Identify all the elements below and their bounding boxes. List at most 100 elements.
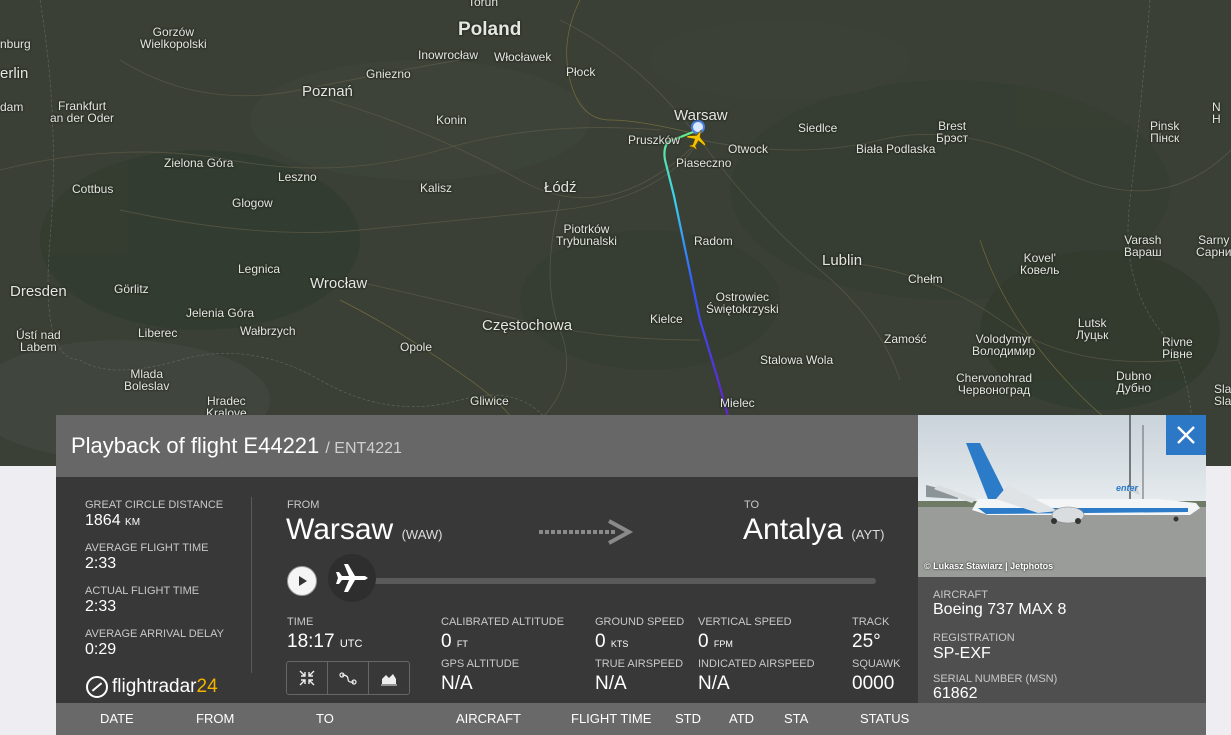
map-city-label: Dresden bbox=[10, 283, 67, 300]
map-city-label: Mlada Boleslav bbox=[124, 367, 170, 393]
indicated-airspeed-value: N/A bbox=[698, 673, 730, 694]
time-value: 18:17 UTC bbox=[287, 631, 363, 652]
map-city-label: Sla Sla bbox=[1214, 382, 1231, 408]
panel-header: Playback of flight E44221 / ENT4221 bbox=[56, 415, 918, 477]
distance-label: GREAT CIRCLE DISTANCE bbox=[85, 499, 224, 511]
flight-playback-app: Toruń Poland Gorzów Wielkopolski Inowrocław… bbox=[0, 0, 1231, 735]
vertical-speed-label: VERTICAL SPEED bbox=[698, 616, 792, 628]
map-city-label: erlin bbox=[0, 65, 29, 82]
map-city-label: Warsaw bbox=[674, 107, 728, 124]
vertical-speed-value: 0 FPM bbox=[698, 631, 733, 652]
aircraft-value[interactable]: Boeing 737 MAX 8 bbox=[933, 601, 1066, 619]
map-city-label: Rivne Рівне bbox=[1162, 335, 1193, 361]
map-city-label: Wałbrzych bbox=[240, 324, 296, 338]
map-city-label: Łódź bbox=[544, 179, 577, 196]
map-city-label: Siedlce bbox=[798, 121, 838, 135]
map-city-label: Volodymyr Володимир bbox=[972, 332, 1036, 358]
map-city-label: Kovel' Ковель bbox=[1020, 251, 1060, 277]
col-aircraft[interactable]: AIRCRAFT bbox=[456, 711, 521, 726]
map-city-label: Stalowa Wola bbox=[760, 353, 834, 367]
col-from[interactable]: FROM bbox=[196, 711, 234, 726]
avg-arrival-delay-value: 0:29 bbox=[85, 641, 117, 658]
collapse-view-button[interactable] bbox=[287, 662, 328, 694]
map-city-label: Zielona Góra bbox=[164, 156, 234, 170]
flight-stats: GREAT CIRCLE DISTANCE 1864 KM AVERAGE FL… bbox=[56, 477, 251, 703]
playback-timeline[interactable] bbox=[346, 578, 876, 584]
aircraft-photo-image: enter bbox=[918, 415, 1206, 577]
map-city-label: Leszno bbox=[278, 170, 317, 184]
map-city-label: Sarny Сарни bbox=[1196, 233, 1231, 259]
from-city[interactable]: Warsaw (WAW) bbox=[286, 513, 442, 547]
map-city-label: Gorzów Wielkopolski bbox=[140, 25, 207, 51]
play-button[interactable] bbox=[287, 566, 317, 596]
timeline-scrubber[interactable] bbox=[328, 554, 376, 602]
track-value: 25° bbox=[852, 631, 881, 652]
ground-speed-value: 0 KTS bbox=[595, 631, 629, 652]
col-flight-time[interactable]: FLIGHT TIME bbox=[571, 711, 651, 726]
map-city-label: Jelenia Góra bbox=[186, 306, 255, 320]
avg-arrival-delay-label: AVERAGE ARRIVAL DELAY bbox=[85, 628, 224, 640]
map-city-label: Pinsk Пінск bbox=[1150, 119, 1180, 145]
radar-icon bbox=[86, 676, 108, 698]
route-arrow-icon bbox=[539, 519, 634, 545]
map-city-label: Wrocław bbox=[310, 275, 368, 292]
col-to[interactable]: TO bbox=[316, 711, 334, 726]
close-button[interactable] bbox=[1166, 415, 1206, 455]
indicated-airspeed-label: INDICATED AIRSPEED bbox=[698, 658, 815, 670]
actual-flight-time-label: ACTUAL FLIGHT TIME bbox=[85, 585, 200, 597]
photo-credit[interactable]: © Lukasz Stawiarz | Jetphotos bbox=[924, 561, 1053, 571]
map-city-label: Otwock bbox=[728, 142, 769, 156]
logo-number: 24 bbox=[196, 676, 218, 697]
map-city-label: Lutsk Луцьк bbox=[1076, 316, 1109, 342]
airplane-icon bbox=[336, 564, 368, 592]
aircraft-photo[interactable]: enter © Lukasz Stawiarz | Jetphotos bbox=[918, 415, 1206, 577]
registration-value[interactable]: SP-EXF bbox=[933, 645, 991, 663]
map-city-label: Brest Брэст bbox=[936, 119, 969, 145]
gps-altitude-label: GPS ALTITUDE bbox=[441, 658, 520, 670]
calibrated-altitude-value: 0 FT bbox=[441, 631, 468, 652]
map-city-label: Gniezno bbox=[366, 67, 411, 81]
map-city-label: Toruń bbox=[468, 0, 499, 9]
map-city-label: Opole bbox=[400, 340, 433, 354]
map-city-label: Lublin bbox=[822, 252, 863, 269]
avg-flight-time-label: AVERAGE FLIGHT TIME bbox=[85, 542, 209, 554]
col-std[interactable]: STD bbox=[675, 711, 701, 726]
map-city-label: Biała Podlaska bbox=[856, 142, 936, 156]
col-date[interactable]: DATE bbox=[100, 711, 134, 726]
squawk-value: 0000 bbox=[852, 673, 895, 694]
map-city-label: Ústí nad Labem bbox=[16, 328, 61, 354]
map-city-label: dam bbox=[0, 100, 24, 114]
playback-panel: Playback of flight E44221 / ENT4221 GREA… bbox=[56, 415, 1206, 735]
true-airspeed-label: TRUE AIRSPEED bbox=[595, 658, 684, 670]
to-label: TO bbox=[744, 499, 760, 511]
map-city-label: Frankfurt an der Oder bbox=[50, 99, 115, 125]
map-city-label: Chełm bbox=[908, 272, 943, 286]
map-city-label: Kielce bbox=[650, 312, 683, 326]
stats-divider bbox=[251, 497, 252, 673]
graph-view-button[interactable] bbox=[369, 662, 409, 694]
col-atd[interactable]: ATD bbox=[729, 711, 754, 726]
map-city-label: Radom bbox=[694, 234, 733, 248]
flightradar24-logo[interactable]: flightradar 24 bbox=[86, 674, 218, 700]
true-airspeed-value: N/A bbox=[595, 673, 627, 694]
route-view-button[interactable] bbox=[328, 662, 369, 694]
map-city-label: Konin bbox=[436, 113, 467, 127]
col-sta[interactable]: STA bbox=[784, 711, 808, 726]
map-city-label: Włocławek bbox=[494, 50, 552, 64]
col-status[interactable]: STATUS bbox=[860, 711, 909, 726]
map-city-label: Poland bbox=[458, 19, 522, 40]
map-city-label: Glogow bbox=[232, 196, 273, 210]
to-city[interactable]: Antalya (AYT) bbox=[743, 513, 884, 547]
play-icon bbox=[299, 576, 307, 586]
flight-history-table-header: DATE FROM TO AIRCRAFT FLIGHT TIME STD AT… bbox=[56, 703, 1206, 735]
ground-speed-label: GROUND SPEED bbox=[595, 616, 685, 628]
panel-title: Playback of flight E44221 / ENT4221 bbox=[71, 433, 402, 459]
view-mode-buttons bbox=[286, 661, 410, 695]
map-view[interactable]: Toruń Poland Gorzów Wielkopolski Inowrocław… bbox=[0, 0, 1231, 466]
map-city-label: Dubno Дубно bbox=[1116, 369, 1152, 395]
map-city-label: Kalisz bbox=[420, 181, 453, 195]
map-city-label: Piaseczno bbox=[676, 156, 732, 170]
map-city-label: Płock bbox=[566, 65, 596, 79]
close-icon bbox=[1177, 426, 1195, 444]
collapse-arrows-icon bbox=[299, 670, 315, 686]
